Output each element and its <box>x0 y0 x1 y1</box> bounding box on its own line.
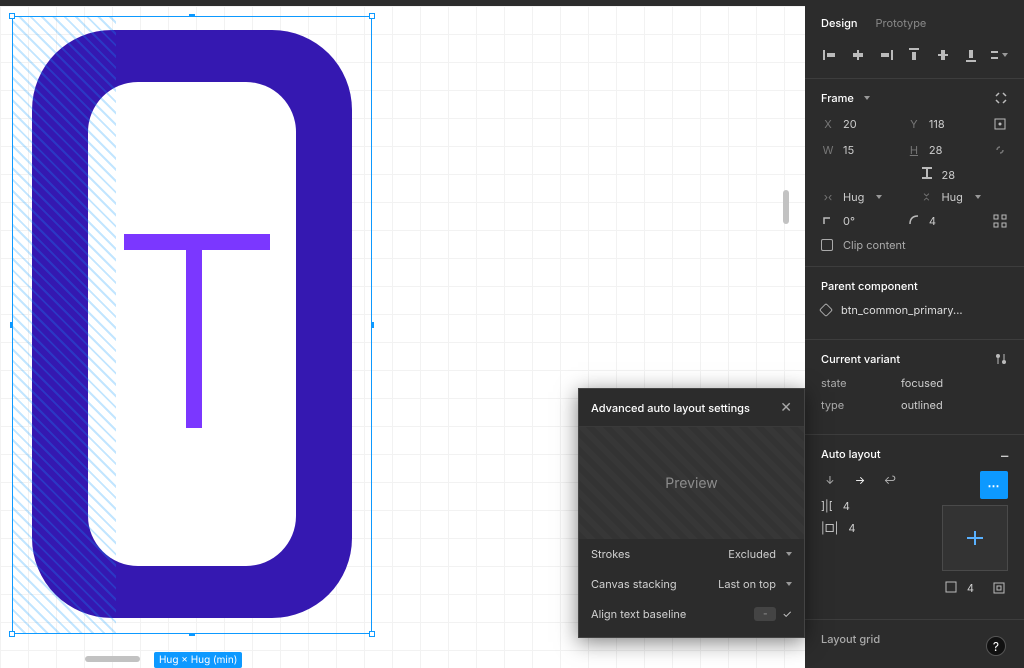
selection-bounds[interactable] <box>12 16 372 634</box>
current-variant-title: Current variant <box>821 352 1008 366</box>
frame-section: Frame X20 Y118 W15 H28 28 ›‹Hug ›‹Hug 0°… <box>805 79 1024 267</box>
resize-handle-tm[interactable] <box>189 14 195 16</box>
align-center-v-icon[interactable] <box>934 46 952 64</box>
independent-corners-icon[interactable] <box>993 212 1008 230</box>
auto-layout-padding-field[interactable]: 4 <box>942 579 1008 597</box>
popup-stacking-dropdown[interactable]: Last on top <box>718 577 792 591</box>
resize-handle-tr[interactable] <box>369 13 375 19</box>
resize-handle-rm[interactable] <box>372 322 374 328</box>
resize-handle-tl[interactable] <box>9 13 15 19</box>
direction-vertical-icon[interactable]: ↓ <box>821 471 839 489</box>
resize-handle-bl[interactable] <box>9 631 15 637</box>
resize-handle-br[interactable] <box>369 631 375 637</box>
inspector-tabs: Design Prototype <box>805 6 1024 40</box>
frame-x-field[interactable]: X20 <box>821 117 897 131</box>
corner-radius-field[interactable]: 4 <box>907 214 983 229</box>
inspector-panel: Design Prototype Frame X20 Y118 W15 H28 … <box>805 6 1024 668</box>
resize-handle-bm[interactable] <box>189 634 195 636</box>
auto-layout-title: Auto layout <box>821 447 1008 461</box>
variant-settings-icon[interactable] <box>992 350 1010 368</box>
popup-align-label: Align text baseline <box>591 607 686 621</box>
checkbox-icon <box>821 239 833 251</box>
frame-w-field[interactable]: W15 <box>821 143 897 157</box>
parent-component-name: btn_common_primary... <box>841 303 963 317</box>
clip-content-label: Clip content <box>843 238 906 252</box>
popup-align-baseline-row: Align text baseline - ✓ <box>579 599 804 629</box>
align-bottom-icon[interactable] <box>962 46 980 64</box>
fit-frame-icon[interactable] <box>992 89 1010 107</box>
selection-size-label: Hug × Hug (min) <box>154 652 242 668</box>
help-button[interactable]: ? <box>986 636 1006 656</box>
frame-h-field[interactable]: H28 <box>907 143 983 157</box>
popup-strokes-dropdown[interactable]: Excluded <box>728 547 792 561</box>
frame-section-title[interactable]: Frame <box>821 91 1008 105</box>
scrollbar-horizontal[interactable] <box>85 656 140 662</box>
resize-handle-lm[interactable] <box>10 322 12 328</box>
distribute-icon[interactable] <box>990 46 1008 64</box>
tab-prototype[interactable]: Prototype <box>876 16 927 30</box>
align-center-h-icon[interactable] <box>849 46 867 64</box>
close-icon[interactable]: ✕ <box>780 399 792 416</box>
direction-wrap-icon[interactable]: ↩ <box>881 471 899 489</box>
independent-padding-icon[interactable] <box>990 579 1008 597</box>
popup-stacking-label: Canvas stacking <box>591 577 677 591</box>
align-baseline-apply-icon[interactable]: ✓ <box>782 607 792 621</box>
variant-type-row[interactable]: typeoutlined <box>821 398 1008 412</box>
clip-content-checkbox[interactable]: Clip content <box>821 238 1008 252</box>
align-left-icon[interactable] <box>821 46 839 64</box>
scrollbar-vertical[interactable] <box>783 190 789 224</box>
popup-preview-area: Preview <box>579 427 804 539</box>
current-variant-section: Current variant statefocused typeoutline… <box>805 340 1024 435</box>
link-dimensions-icon[interactable] <box>993 141 1008 159</box>
parent-component-section: Parent component btn_common_primary... <box>805 267 1024 340</box>
popup-strokes-row: Strokes Excluded <box>579 539 804 569</box>
auto-layout-gap-v-field[interactable]: |□|4 <box>821 521 934 535</box>
component-icon <box>819 303 833 317</box>
layout-grid-title[interactable]: Layout grid <box>821 632 1008 646</box>
auto-layout-gap-h-field[interactable]: ]|[4 <box>821 499 934 513</box>
popup-title: Advanced auto layout settings <box>591 401 750 415</box>
align-right-icon[interactable] <box>877 46 895 64</box>
remove-auto-layout-button[interactable]: − <box>999 445 1010 465</box>
resize-h-field[interactable]: ›‹Hug <box>821 190 910 204</box>
resize-v-field[interactable]: ›‹Hug <box>920 190 1009 204</box>
align-baseline-toggle[interactable]: - <box>754 607 776 621</box>
alignment-buttons-row <box>805 40 1024 79</box>
rotation-field[interactable]: 0° <box>821 214 897 229</box>
align-top-icon[interactable] <box>905 46 923 64</box>
absolute-position-icon[interactable] <box>993 115 1008 133</box>
advanced-auto-layout-popup: Advanced auto layout settings ✕ Preview … <box>578 388 805 638</box>
frame-y-field[interactable]: Y118 <box>907 117 983 131</box>
popup-stacking-row: Canvas stacking Last on top <box>579 569 804 599</box>
auto-layout-more-options-button[interactable]: ⋯ <box>980 471 1008 499</box>
auto-layout-section: Auto layout − ↓ → ↩ ]|[4 |□|4 ⋯ <box>805 435 1024 620</box>
direction-horizontal-icon[interactable]: → <box>851 471 869 489</box>
frame-line-height-field[interactable]: 28 <box>920 167 1009 182</box>
parent-component-title: Parent component <box>821 279 1008 293</box>
tab-design[interactable]: Design <box>821 16 858 30</box>
parent-component-row[interactable]: btn_common_primary... <box>821 303 1008 317</box>
alignment-grid-control[interactable] <box>942 505 1008 571</box>
variant-state-row[interactable]: statefocused <box>821 376 1008 390</box>
popup-strokes-label: Strokes <box>591 547 630 561</box>
popup-preview-label: Preview <box>665 475 718 492</box>
